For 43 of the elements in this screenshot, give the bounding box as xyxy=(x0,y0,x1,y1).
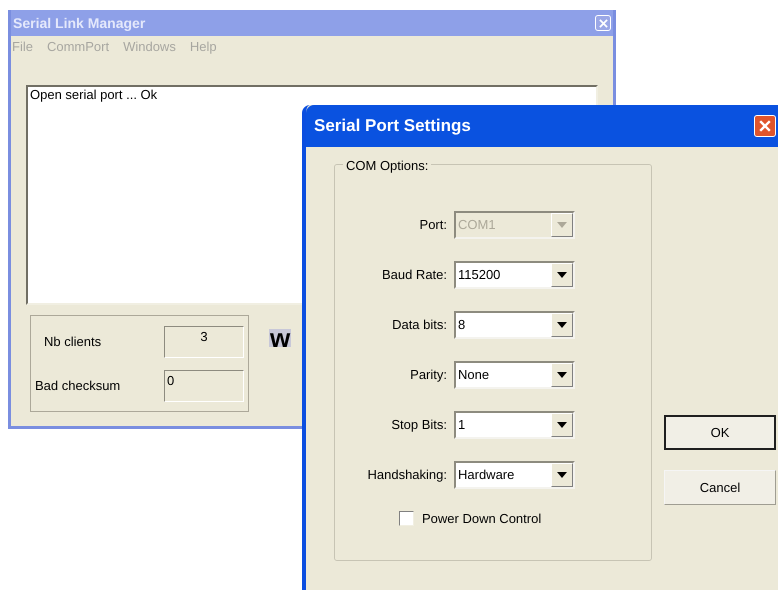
caret-icon xyxy=(557,322,567,328)
stat-label: Nb clients xyxy=(43,332,102,351)
dropdown-arrow-button[interactable] xyxy=(551,313,573,337)
checkbox-label: Power Down Control xyxy=(422,510,542,528)
dropdown-arrow-button[interactable] xyxy=(551,463,573,487)
stat-value: 3 xyxy=(164,326,244,358)
close-icon xyxy=(759,120,771,132)
combo-value: Hardware xyxy=(457,466,516,484)
logo: w xyxy=(269,329,292,347)
caret-icon xyxy=(557,472,567,478)
combo-value: COM1 xyxy=(457,216,497,234)
combo-value: None xyxy=(457,366,490,384)
caret-icon xyxy=(557,272,567,278)
dropdown-arrow-button[interactable] xyxy=(551,363,573,387)
caret-icon xyxy=(557,372,567,378)
window-title: Serial Link Manager xyxy=(13,14,146,33)
field-label: Data bits: xyxy=(391,316,448,334)
field-label: Handshaking: xyxy=(366,466,448,484)
combo-box[interactable]: None xyxy=(454,361,575,389)
field-label: Stop Bits: xyxy=(390,416,448,434)
field-label: Parity: xyxy=(409,366,448,384)
dropdown-arrow-button[interactable] xyxy=(551,263,573,287)
combo-box[interactable]: Hardware xyxy=(454,461,575,489)
combo-value: 1 xyxy=(457,416,466,434)
combo-value: 8 xyxy=(457,316,466,334)
combo-box[interactable]: 8 xyxy=(454,311,575,339)
close-button[interactable] xyxy=(754,115,776,137)
stat-label: Bad checksum xyxy=(35,376,120,395)
field-label: Port: xyxy=(418,216,448,234)
dialog-button[interactable]: OK xyxy=(664,415,776,450)
combo-value: 115200 xyxy=(457,266,502,284)
combo-box[interactable]: 115200 xyxy=(454,261,575,289)
field-label: Baud Rate: xyxy=(380,266,448,284)
caret-icon xyxy=(557,222,567,228)
dropdown-arrow-button[interactable] xyxy=(551,413,573,437)
log-line: Open serial port ... Ok xyxy=(30,87,158,102)
combo-box[interactable]: 1 xyxy=(454,411,575,439)
stat-value: 0 xyxy=(164,370,244,402)
checkbox[interactable] xyxy=(399,511,414,526)
close-icon xyxy=(598,18,608,28)
window-title: Serial Port Settings xyxy=(314,115,471,138)
dialog-button[interactable]: Cancel xyxy=(664,470,776,505)
caret-icon xyxy=(557,422,567,428)
